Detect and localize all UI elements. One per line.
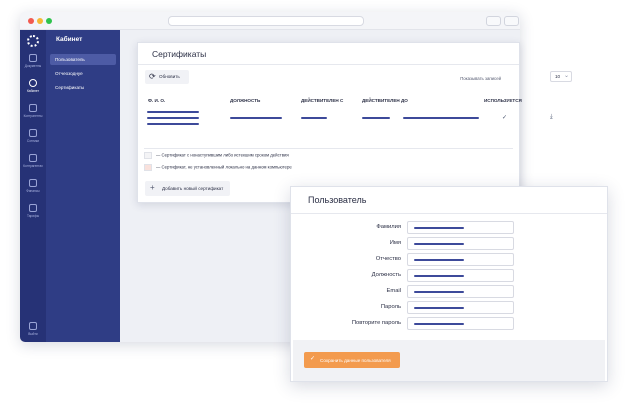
column-header-name[interactable]: Ф. И. О. — [148, 98, 165, 103]
repeat-password-field[interactable] — [407, 317, 514, 330]
cell-valid-to-line — [403, 117, 479, 119]
download-icon[interactable]: ⤓ — [550, 114, 553, 121]
menu-item-certificates[interactable]: Сертификаты — [50, 82, 116, 93]
logout-icon — [29, 322, 37, 330]
label-last-name: Фамилия — [376, 224, 401, 230]
calendar-icon — [29, 154, 37, 162]
column-header-valid-to[interactable]: ДЕЙСТВИТЕЛЕН ДО — [362, 98, 408, 103]
legend-swatch — [144, 164, 152, 171]
menu-item-reports[interactable]: Отчеозоднуе — [50, 68, 116, 79]
close-window-button[interactable] — [28, 18, 34, 24]
field-value-line — [414, 243, 464, 245]
cell-valid-to-line — [362, 117, 390, 119]
certificates-panel: Сертификаты ⟳ Обновить Показывать записе… — [137, 42, 572, 203]
position-field[interactable] — [407, 269, 514, 282]
icon-rail: Документы Кабинет Контрагенты Сотники Ко… — [20, 30, 46, 342]
check-icon: ✓ — [310, 356, 316, 362]
email-field[interactable] — [407, 285, 514, 298]
briefcase-icon — [29, 104, 37, 112]
add-certificate-label: Добавить новый сертификат — [162, 186, 224, 191]
refresh-icon: ⟳ — [149, 72, 156, 81]
address-bar[interactable] — [168, 16, 364, 26]
field-value-line — [414, 291, 464, 293]
column-header-valid-from[interactable]: ДЕЙСТВИТЕЛЕН С — [301, 98, 343, 103]
divider — [144, 148, 513, 149]
cell-name-line — [147, 117, 199, 119]
section-title: Кабинет — [56, 36, 83, 43]
first-name-field[interactable] — [407, 237, 514, 250]
patronymic-field[interactable] — [407, 253, 514, 266]
page: Документы Кабинет Контрагенты Сотники Ко… — [0, 0, 626, 410]
cell-name-line — [147, 111, 199, 113]
label-repeat-password: Повторите пароль — [351, 320, 401, 326]
maximize-window-button[interactable] — [46, 18, 52, 24]
rail-item-logout[interactable]: Выйти — [20, 322, 46, 336]
save-user-label: Сохранить данные пользователя — [320, 358, 391, 363]
save-user-button[interactable]: ✓ Сохранить данные пользователя — [304, 352, 400, 368]
chevron-down-icon: ⌄ — [563, 73, 569, 79]
label-password: Пароль — [380, 304, 401, 310]
field-value-line — [414, 227, 464, 229]
rail-item-contragents[interactable]: Контрагентах — [20, 154, 46, 168]
browser-titlebar — [20, 12, 520, 30]
column-header-in-use[interactable]: ИСПОЛЬЗУЕТСЯ — [484, 98, 522, 103]
rail-item-sotniki[interactable]: Сотники — [20, 129, 46, 143]
rail-item-cabinet[interactable]: Кабинет — [20, 79, 46, 93]
user-header: Пользователь — [291, 187, 607, 214]
user-footer: ✓ Сохранить данные пользователя — [293, 340, 605, 381]
add-certificate-button[interactable]: + Добавить новый сертификат — [145, 181, 230, 196]
label-email: Email — [386, 288, 402, 294]
column-header-position[interactable]: ДОЛЖНОСТЬ — [230, 98, 260, 103]
cell-valid-from-line — [301, 117, 327, 119]
field-value-line — [414, 259, 464, 261]
field-value-line — [414, 307, 464, 309]
refresh-label: Обновить — [159, 74, 180, 79]
label-first-name: Имя — [389, 240, 401, 246]
last-name-field[interactable] — [407, 221, 514, 234]
field-value-line — [414, 275, 464, 277]
logo-icon — [27, 35, 39, 47]
rail-item-counterparties[interactable]: Контрагенты — [20, 104, 46, 118]
per-page-select[interactable]: 10 ⌄ — [550, 71, 572, 82]
card-icon — [29, 204, 37, 212]
legend-expired: — Сертификат с нонаступившим либо истекш… — [144, 152, 289, 159]
label-position: Должность — [371, 272, 401, 278]
field-value-line — [414, 323, 464, 325]
legend-expired-text: — Сертификат с нонаступившим либо истекш… — [156, 152, 289, 158]
user-icon — [29, 79, 37, 87]
menu-item-user[interactable]: Пользователь — [50, 54, 116, 65]
refresh-button[interactable]: ⟳ Обновить — [145, 70, 189, 84]
rail-item-tariffs[interactable]: Тарифы — [20, 204, 46, 218]
document-icon — [29, 54, 37, 62]
minimize-window-button[interactable] — [37, 18, 43, 24]
per-page-label: Показывать записей — [460, 76, 501, 81]
section-menu: Кабинет Пользователь Отчеозоднуе Сертифи… — [46, 30, 120, 342]
certificates-header: Сертификаты — [138, 43, 519, 65]
per-page-value: 10 — [555, 74, 561, 79]
user-title: Пользователь — [308, 195, 367, 205]
legend-not-installed: — Сертификат, не установленный локально … — [144, 164, 292, 171]
check-icon: ✓ — [502, 115, 508, 121]
certificates-title: Сертификаты — [152, 49, 207, 59]
legend-not-installed-text: — Сертификат, не установленный локально … — [156, 164, 292, 170]
cell-name-line — [147, 123, 199, 125]
browser-action-button[interactable] — [486, 16, 501, 26]
rail-item-documents[interactable]: Документы — [20, 54, 46, 68]
wallet-icon — [29, 179, 37, 187]
box-icon — [29, 129, 37, 137]
password-field[interactable] — [407, 301, 514, 314]
legend-swatch — [144, 152, 152, 159]
cell-position-line — [230, 117, 282, 119]
user-panel: Пользователь Фамилия Имя Отчество Должно… — [290, 186, 608, 382]
rail-item-finance[interactable]: Финансы — [20, 179, 46, 193]
plus-icon: + — [150, 183, 155, 192]
browser-action-button[interactable] — [504, 16, 519, 26]
label-patronymic: Отчество — [375, 256, 401, 262]
